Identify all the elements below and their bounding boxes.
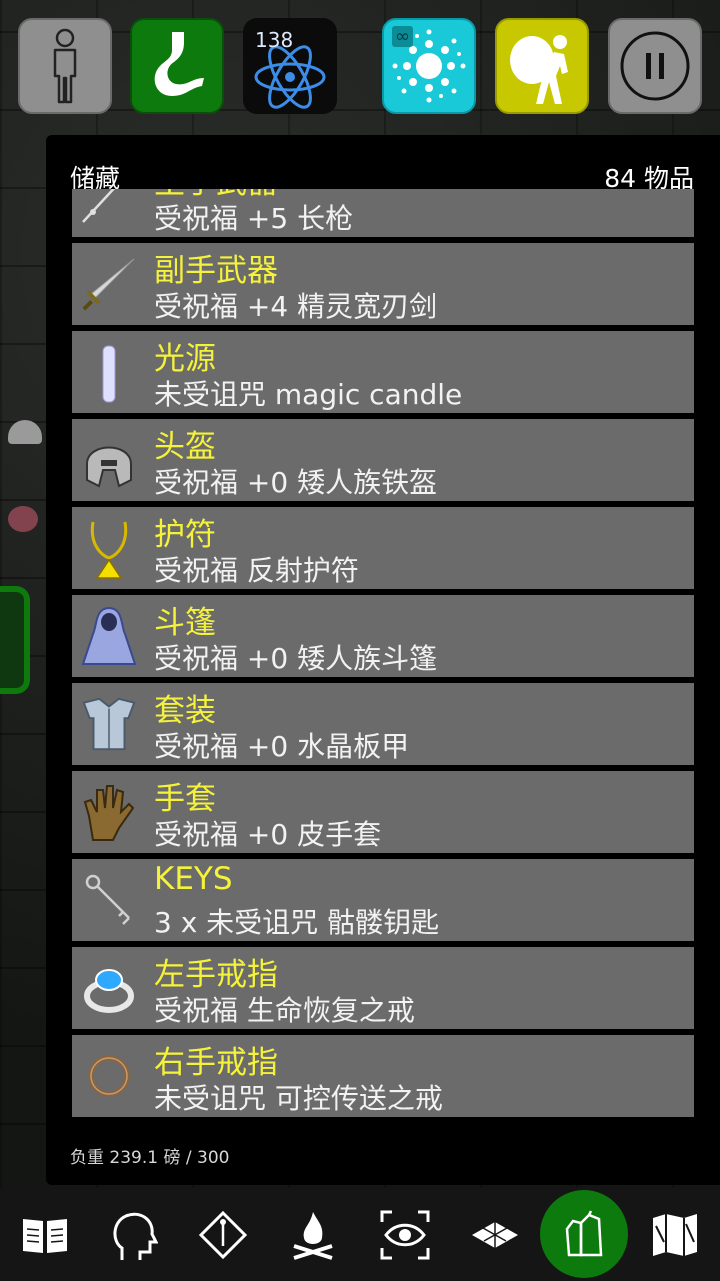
list-item[interactable]: 副手武器 受祝福 +4 精灵宽刃剑 [72,243,694,325]
item-slot: 副手武器 [154,253,278,289]
list-item[interactable]: 头盔 受祝福 +0 矮人族铁盔 [72,419,694,501]
helmet-icon [78,429,140,491]
status-bar: 138 ∞ [0,0,720,130]
list-item[interactable]: 主手武器 受祝福 +5 长枪 [72,189,694,237]
flower-icon [8,506,38,532]
item-description: 受祝福 +0 矮人族铁盔 [154,466,438,499]
spellbook-button[interactable] [10,1200,80,1270]
list-item[interactable]: KEYS 3 x 未受诅咒 骷髅钥匙 [72,859,694,941]
equipment-list[interactable]: 主手武器 受祝福 +5 长枪 副手武器 受祝福 +4 精灵宽刃剑 光源 未受诅咒… [72,189,694,1119]
floor-button[interactable] [460,1200,530,1270]
item-slot: 左手戒指 [154,957,278,993]
character-button[interactable] [18,18,112,114]
inventory-panel: 储藏 84 物品 主手武器 受祝福 +5 长枪 副手武器 受祝福 +4 精灵宽刃… [46,135,720,1185]
item-slot: KEYS [154,861,233,897]
item-description: 受祝福 +5 长枪 [154,202,354,235]
rest-button[interactable] [278,1200,348,1270]
skills-button[interactable] [98,1200,168,1270]
infinity-badge: ∞ [392,26,413,47]
weight-status: 负重 239.1 磅 / 300 [70,1148,230,1168]
pray-button[interactable] [188,1200,258,1270]
spellbook-icon [23,1219,67,1253]
armor-icon [78,693,140,755]
item-slot: 护符 [154,517,216,553]
list-item[interactable]: 护符 受祝福 反射护符 [72,507,694,589]
item-description: 受祝福 +4 精灵宽刃剑 [154,290,438,323]
hunger-button[interactable] [130,18,224,114]
item-slot: 斗篷 [154,605,216,641]
experience-button[interactable]: 138 [243,18,337,114]
look-eye-icon [380,1210,430,1260]
diamond-figure-icon [198,1210,248,1260]
item-description: 受祝福 生命恢复之戒 [154,994,415,1027]
xp-value: 138 [255,28,294,52]
item-slot: 头盔 [154,429,216,465]
list-item[interactable]: 左手戒指 受祝福 生命恢复之戒 [72,947,694,1029]
candle-icon [78,341,140,403]
sword-icon [78,253,140,315]
magic-button[interactable]: ∞ [382,18,476,114]
pause-icon [620,31,690,101]
item-description: 受祝福 +0 水晶板甲 [154,730,410,763]
gem-ring-icon [78,957,140,1019]
side-panel-edge[interactable] [0,586,30,694]
inventory-button[interactable] [540,1190,628,1278]
item-slot: 套装 [154,693,216,729]
look-button[interactable] [370,1200,440,1270]
carrying-sack-icon [510,35,568,104]
pause-button[interactable] [608,18,702,114]
campfire-icon [293,1212,333,1260]
ring-icon [78,1045,140,1107]
floor-tiles-icon [472,1222,518,1248]
glove-icon [78,781,140,843]
inventory-bags-icon [565,1210,603,1257]
list-item[interactable]: 手套 受祝福 +0 皮手套 [72,771,694,853]
person-outline-icon [53,28,77,104]
amulet-icon [78,517,140,579]
item-description: 3 x 未受诅咒 骷髅钥匙 [154,906,440,939]
list-item[interactable]: 套装 受祝福 +0 水晶板甲 [72,683,694,765]
item-slot: 右手戒指 [154,1045,278,1081]
lance-icon [78,189,140,227]
key-icon [78,869,140,931]
cloak-icon [78,605,140,667]
encumbrance-button[interactable] [495,18,589,114]
item-description: 受祝福 +0 皮手套 [154,818,382,851]
bottom-toolbar [0,1188,720,1281]
head-profile-icon [113,1212,158,1260]
map-button[interactable] [640,1200,710,1270]
item-slot: 光源 [154,341,216,377]
map-icon [653,1214,697,1256]
item-description: 受祝福 +0 矮人族斗篷 [154,642,438,675]
list-item[interactable]: 斗篷 受祝福 +0 矮人族斗篷 [72,595,694,677]
list-item[interactable]: 光源 未受诅咒 magic candle [72,331,694,413]
item-description: 未受诅咒 可控传送之戒 [154,1082,443,1115]
item-description: 未受诅咒 magic candle [154,378,463,411]
list-item[interactable]: 右手戒指 未受诅咒 可控传送之戒 [72,1035,694,1117]
stomach-icon [154,32,204,96]
item-description: 受祝福 反射护符 [154,554,359,587]
item-slot: 手套 [154,781,216,817]
